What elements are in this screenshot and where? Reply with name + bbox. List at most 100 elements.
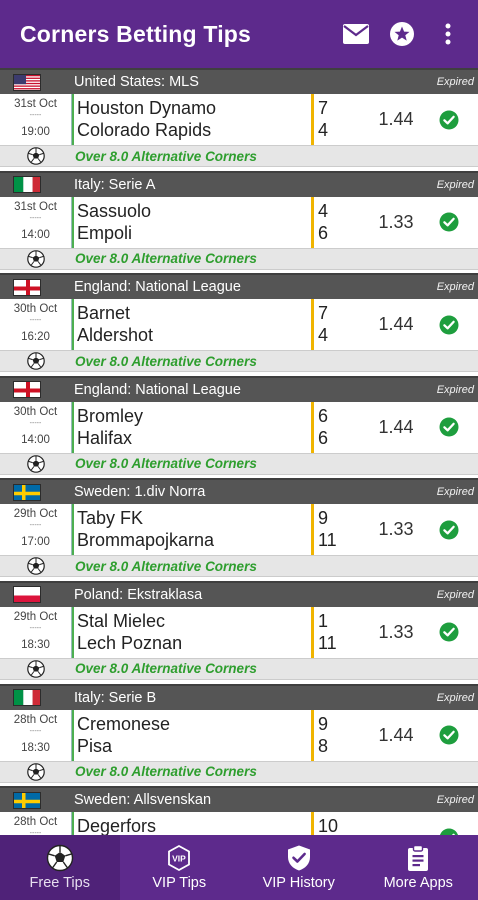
team-names: Houston Dynamo Colorado Rapids (72, 94, 311, 145)
status-badge: Expired (436, 588, 474, 601)
away-corners: 8 (318, 735, 329, 756)
status-badge: Expired (436, 691, 474, 704)
league-header: Italy: Serie A Expired (0, 170, 478, 197)
soccer-ball-icon (46, 844, 74, 872)
nav-label: More Apps (383, 875, 453, 891)
match-row[interactable]: 30th Oct ----- 14:00 Bromley Halifax 6 6 1.44 (0, 401, 478, 453)
corner-scores: 46 (311, 196, 366, 248)
corner-scores: 1 11 (311, 606, 366, 658)
match-row[interactable]: 31st Oct ----- 14:00 Sassuolo Empoli 4 6 1.33 (0, 196, 478, 248)
match-time: 18:30 (21, 638, 50, 651)
status-badge: Expired (436, 486, 474, 499)
match-list[interactable]: United States: MLS Expired 31st Oct ----- 19… (0, 68, 478, 835)
odds-value: 1.44 (378, 724, 414, 745)
match-card[interactable]: England: National League Expired 30th Oct -… (0, 273, 478, 376)
match-time: 16:20 (21, 331, 50, 344)
away-team: Pisa (77, 735, 113, 756)
match-row[interactable]: 28th Oct ----- 18:30 Cremonese Pisa 9 8 1.44 (0, 709, 478, 761)
clipboard-icon (406, 844, 430, 872)
app-bar: Corners Betting Tips (0, 0, 478, 68)
league-header: United States: MLS Expired (0, 68, 478, 94)
star-icon[interactable] (382, 14, 422, 54)
team-names: Cremonese Pisa (72, 709, 311, 761)
match-row[interactable]: 28th Oct ----- Degerfors 10 (0, 812, 478, 835)
match-date: 29th Oct (13, 610, 58, 623)
away-corners: 11 (318, 632, 337, 653)
tip-row: Over 8.0 Alternative Corners (0, 452, 478, 475)
match-datetime: 30th Oct ----- 14:00 (0, 401, 72, 453)
match-row[interactable]: 31st Oct ----- 19:00 Houston Dynamo Colorado… (0, 94, 478, 145)
home-corners: 6 (318, 405, 329, 426)
flag-it-icon (13, 689, 41, 707)
corner-scores: 10 (311, 812, 366, 835)
match-card[interactable]: Poland: Ekstraklasa Expired 29th Oct ----- 1… (0, 580, 478, 684)
date-separator: ----- (29, 727, 42, 735)
match-card[interactable]: Italy: Serie B Expired 28th Oct ----- 18:30 C… (0, 683, 478, 787)
mail-icon[interactable] (336, 14, 376, 54)
match-date: 31st Oct (14, 200, 57, 213)
match-card[interactable]: England: National League Expired 30th Oct -… (0, 375, 478, 479)
nav-item-more-apps[interactable]: More Apps (359, 835, 478, 900)
check-icon (426, 94, 472, 145)
flag-se-icon (13, 791, 41, 809)
away-team: Colorado Rapids (77, 120, 212, 140)
away-team: Halifax (77, 427, 133, 448)
league-name: England: National League (74, 279, 241, 296)
match-time: 14:00 (21, 228, 50, 241)
nav-item-free-tips[interactable]: Free Tips (0, 835, 120, 900)
home-corners: 10 (318, 816, 339, 835)
tip-row: Over 8.0 Alternative Corners (0, 555, 478, 578)
match-datetime: 28th Oct ----- (0, 812, 72, 835)
corner-scores: 74 (311, 299, 366, 351)
team-names: Bromley Halifax (72, 401, 311, 453)
match-date: 30th Oct (13, 303, 58, 316)
status-badge: Expired (436, 178, 474, 191)
match-datetime: 28th Oct ----- 18:30 (0, 709, 72, 761)
shield-check-icon (286, 844, 312, 872)
soccer-ball-icon (0, 660, 72, 678)
away-corners: 6 (318, 222, 329, 243)
league-name: Poland: Ekstraklasa (74, 586, 203, 603)
match-card[interactable]: United States: MLS Expired 31st Oct ----- 19… (0, 68, 478, 171)
league-name: Sweden: Allsvenskan (74, 792, 212, 809)
nav-item-vip-history[interactable]: VIP History (239, 835, 359, 900)
tip-row: Over 8.0 Alternative Corners (0, 350, 478, 373)
status-badge: Expired (436, 76, 474, 88)
home-team: Barnet (77, 303, 131, 324)
away-corners: 11 (318, 530, 337, 551)
match-row[interactable]: 29th Oct ----- 18:30 Stal Mielec Lech Poznan… (0, 606, 478, 658)
more-vert-icon[interactable] (428, 14, 468, 54)
team-names: Taby FK Brommapojkarna (72, 504, 311, 556)
home-corners: 7 (318, 303, 329, 324)
league-name: England: National League (74, 381, 241, 398)
corner-scores: 98 (311, 709, 366, 761)
date-separator: ----- (29, 522, 42, 530)
nav-label: VIP Tips (152, 875, 207, 891)
odds-value (366, 812, 426, 835)
league-header: Italy: Serie B Expired (0, 683, 478, 710)
home-corners: 9 (318, 508, 329, 529)
away-corners: 4 (318, 120, 329, 140)
match-time: 18:30 (21, 741, 50, 754)
nav-item-vip-tips[interactable]: VIP VIP Tips (120, 835, 240, 900)
tip-text: Over 8.0 Alternative Corners (75, 353, 257, 369)
home-team: Taby FK (77, 508, 144, 529)
tip-row: Over 8.0 Alternative Corners (0, 657, 478, 680)
check-icon (426, 299, 472, 350)
flag-it-icon (13, 176, 41, 194)
tip-text: Over 8.0 Alternative Corners (75, 456, 257, 472)
away-team: Aldershot (77, 325, 154, 346)
match-row[interactable]: 30th Oct ----- 16:20 Barnet Aldershot 7 4 1.44 (0, 299, 478, 351)
match-row[interactable]: 29th Oct ----- 17:00 Taby FK Brommapojkarna 9… (0, 504, 478, 556)
check-icon (426, 504, 472, 555)
match-date: 30th Oct (13, 405, 58, 418)
tip-text: Over 8.0 Alternative Corners (75, 148, 257, 164)
team-names: Stal Mielec Lech Poznan (72, 606, 311, 658)
match-card[interactable]: Sweden: Allsvenskan Expired 28th Oct ----- D… (0, 786, 478, 835)
match-card[interactable]: Sweden: 1.div Norra Expired 29th Oct ----- 1… (0, 478, 478, 581)
check-icon (426, 402, 472, 453)
away-corners: 6 (318, 427, 329, 448)
soccer-ball-icon (0, 762, 72, 781)
match-card[interactable]: Italy: Serie A Expired 31st Oct ----- 14:00 S… (0, 170, 478, 274)
home-corners: 9 (318, 713, 329, 734)
